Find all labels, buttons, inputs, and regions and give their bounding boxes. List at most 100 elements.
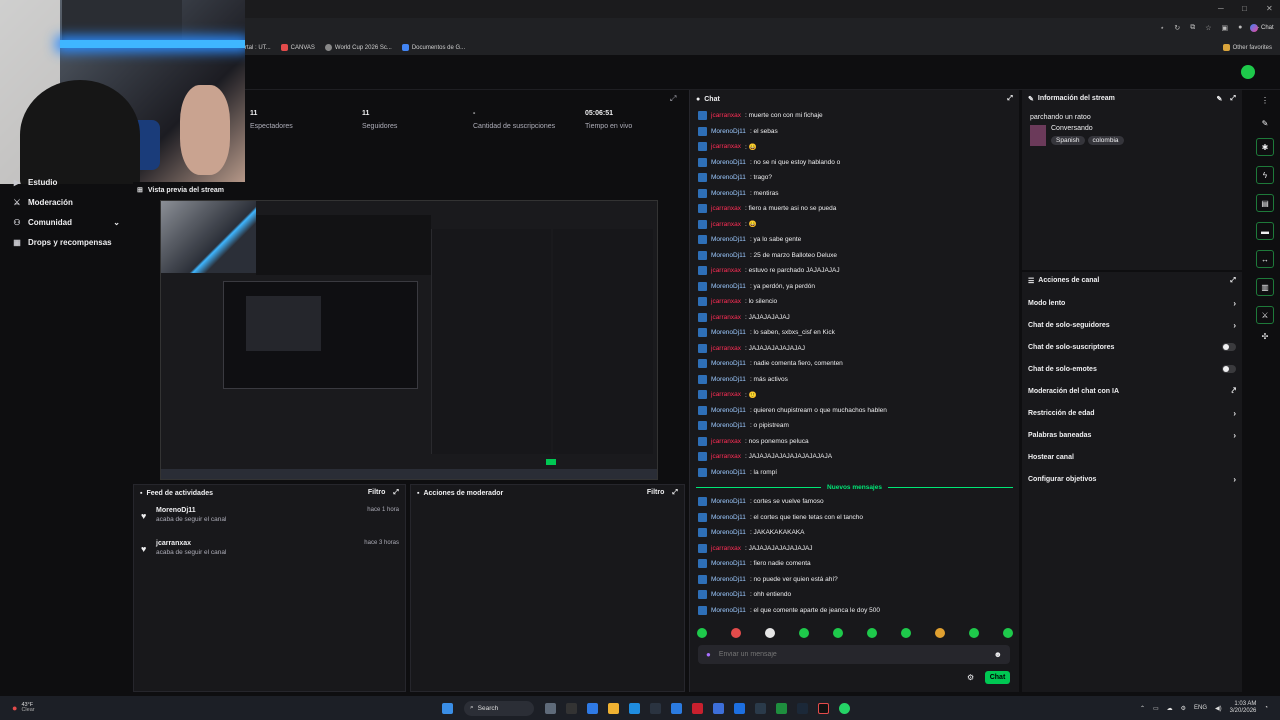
chat-input-box[interactable]: ● ☻ <box>698 645 1010 664</box>
app-icon[interactable] <box>692 702 703 714</box>
chat-username[interactable]: jcarranxax <box>711 221 741 228</box>
emote-icon[interactable] <box>799 628 809 638</box>
new-messages-divider[interactable]: Nuevos mensajes <box>690 480 1019 494</box>
file-explorer-icon[interactable] <box>608 702 619 714</box>
nav-item-drops[interactable]: ▦ Drops y recompensas <box>0 232 130 252</box>
chat-username[interactable]: MorenoDj11 <box>711 514 746 521</box>
channel-action-item[interactable]: Chat de solo-emotes <box>1022 358 1242 380</box>
channel-action-item[interactable]: Configurar objetivos › <box>1022 468 1242 490</box>
expand-icon[interactable]: ⤢ <box>670 94 676 104</box>
chat-username[interactable]: jcarranxax <box>711 545 741 552</box>
chevron-up-icon[interactable]: ⌃ <box>1140 705 1145 712</box>
emote-picker-icon[interactable]: ☻ <box>994 650 1002 659</box>
chat-username[interactable]: MorenoDj11 <box>711 591 746 598</box>
favorites-icon[interactable]: ☆ <box>1205 24 1211 32</box>
copilot-icon[interactable] <box>587 702 598 714</box>
emote-icon[interactable] <box>969 628 979 638</box>
chat-username[interactable]: MorenoDj11 <box>711 376 746 383</box>
chat-username[interactable]: MorenoDj11 <box>711 236 746 243</box>
tag-chip[interactable]: Spanish <box>1051 136 1085 145</box>
quick-action-button[interactable]: ▬ <box>1256 222 1274 240</box>
app-icon[interactable] <box>755 702 766 714</box>
bookmark-item[interactable]: CANVAS <box>280 44 315 51</box>
maximize-icon[interactable]: □ <box>1242 4 1247 13</box>
emote-icon[interactable] <box>901 628 911 638</box>
chat-send-button[interactable]: Chat <box>985 671 1010 684</box>
chat-username[interactable]: jcarranxax <box>711 438 741 445</box>
chat-username[interactable]: MorenoDj11 <box>711 469 746 476</box>
quick-action-button[interactable]: ▤ <box>1256 194 1274 212</box>
quick-action-button[interactable]: ▥ <box>1256 278 1274 296</box>
minimize-icon[interactable]: ─ <box>1218 4 1224 13</box>
notifications-icon[interactable]: ◔ <box>1264 705 1268 711</box>
chat-username[interactable]: MorenoDj11 <box>711 422 746 429</box>
browser-chat-tab[interactable]: Chat <box>1250 24 1274 32</box>
emote-icon[interactable] <box>935 628 945 638</box>
bookmark-item[interactable]: rtal : UT... <box>245 45 271 51</box>
emote-icon[interactable] <box>1003 628 1013 638</box>
expand-icon[interactable]: ⤢ <box>672 489 678 497</box>
channel-action-item[interactable]: Restricción de edad › <box>1022 402 1242 424</box>
channel-action-item[interactable]: Moderación del chat con IA ⤤ <box>1022 380 1242 402</box>
edge-icon[interactable] <box>629 702 640 714</box>
chat-username[interactable]: MorenoDj11 <box>711 360 746 367</box>
user-avatar[interactable] <box>1241 65 1255 79</box>
chat-username[interactable]: MorenoDj11 <box>711 128 746 135</box>
split-icon[interactable]: ⧉ <box>1190 24 1195 32</box>
whatsapp-icon[interactable] <box>839 702 850 714</box>
steam-icon[interactable] <box>797 702 808 714</box>
expand-icon[interactable]: ⤢ <box>1230 95 1236 103</box>
chat-username[interactable]: jcarranxax <box>711 391 741 398</box>
emote-icon[interactable] <box>697 628 707 638</box>
other-favorites[interactable]: Other favorites <box>1222 44 1272 51</box>
chat-username[interactable]: MorenoDj11 <box>711 607 746 614</box>
close-icon[interactable]: ✕ <box>1266 4 1273 13</box>
expand-icon[interactable]: ⤢ <box>1230 277 1236 285</box>
emote-icon[interactable] <box>765 628 775 638</box>
chat-username[interactable]: MorenoDj11 <box>711 576 746 583</box>
expand-icon[interactable]: ⤢ <box>1007 95 1013 103</box>
profile-icon[interactable]: ● <box>1238 24 1242 32</box>
pencil-icon[interactable]: ✎ <box>1250 119 1280 128</box>
chat-username[interactable]: MorenoDj11 <box>711 159 746 166</box>
mod-filter-button[interactable]: Filtro <box>647 489 665 497</box>
chat-username[interactable]: MorenoDj11 <box>711 407 746 414</box>
chat-username[interactable]: jcarranxax <box>711 453 741 460</box>
emote-icon[interactable] <box>833 628 843 638</box>
chat-username[interactable]: jcarranxax <box>711 345 741 352</box>
nav-item-comunidad[interactable]: ⚇ Comunidad ⌄ <box>0 212 130 232</box>
more-icon[interactable]: ⋮ <box>1250 96 1280 105</box>
edit-icon[interactable]: ✎ <box>1217 95 1223 103</box>
chat-input[interactable] <box>718 651 986 658</box>
store-icon[interactable] <box>650 702 661 714</box>
taskbar-search[interactable]: ⌕ Search <box>464 700 534 716</box>
chat-username[interactable]: jcarranxax <box>711 112 741 119</box>
emote-icon[interactable] <box>867 628 877 638</box>
channel-action-item[interactable]: Chat de solo-suscriptores <box>1022 336 1242 358</box>
mic-icon[interactable]: ● <box>706 650 711 659</box>
quick-action-button[interactable]: ✱ <box>1256 138 1274 156</box>
chat-username[interactable]: MorenoDj11 <box>711 190 746 197</box>
refresh-icon[interactable]: ↻ <box>1174 24 1180 32</box>
chrome-icon[interactable] <box>713 702 724 714</box>
address-bar[interactable]: ⋆ ↻ ⧉ ☆ ▣ ● ⋯ Chat <box>245 22 1280 37</box>
channel-action-item[interactable]: Palabras baneadas › <box>1022 424 1242 446</box>
tag-chip[interactable]: colombia <box>1087 136 1124 145</box>
quick-action-button[interactable]: ⚔ <box>1256 306 1274 324</box>
tray-icon[interactable]: ☁ <box>1167 705 1173 712</box>
volume-icon[interactable]: ◀) <box>1215 705 1222 712</box>
toggle-switch[interactable] <box>1222 343 1236 351</box>
windows-start-icon[interactable] <box>442 702 453 714</box>
quick-action-button[interactable]: ↔ <box>1256 250 1274 268</box>
clock[interactable]: 1:03 AM 3/20/2026 <box>1230 701 1257 715</box>
mail-icon[interactable] <box>671 702 682 714</box>
channel-action-item[interactable]: Hostear canal <box>1022 446 1242 468</box>
emote-icon[interactable] <box>731 628 741 638</box>
bookmark-item[interactable]: Documentos de G... <box>401 44 465 51</box>
add-icon[interactable]: ✣ <box>1250 332 1280 341</box>
weather-widget[interactable]: ● 43°F Clear <box>12 702 112 714</box>
nav-item-moderacion[interactable]: ⚔ Moderación <box>0 192 130 212</box>
chat-username[interactable]: jcarranxax <box>711 205 741 212</box>
channel-action-item[interactable]: Chat de solo-seguidores › <box>1022 314 1242 336</box>
extensions-icon[interactable]: ⋆ <box>1160 24 1164 32</box>
